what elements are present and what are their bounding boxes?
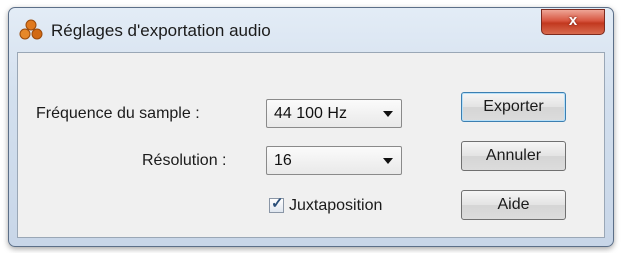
sample-rate-value: 44 100 Hz: [274, 105, 347, 122]
window-title: Réglages d'exportation audio: [51, 21, 271, 40]
juxtaposition-checkbox[interactable]: ✓: [269, 195, 284, 213]
juxtaposition-label[interactable]: Juxtaposition: [289, 197, 382, 215]
chevron-down-icon: [383, 158, 393, 164]
title-bar[interactable]: Réglages d'exportation audio x: [9, 8, 613, 50]
resolution-label: Résolution :: [142, 152, 227, 169]
help-button[interactable]: Aide: [461, 190, 566, 220]
sample-rate-label: Fréquence du sample :: [36, 105, 200, 122]
chevron-down-icon: [383, 111, 393, 117]
export-button[interactable]: Exporter: [461, 92, 566, 122]
dialog-body: Fréquence du sample : 44 100 Hz Résoluti…: [17, 52, 605, 238]
checkmark-icon: ✓: [271, 195, 284, 212]
cancel-button[interactable]: Annuler: [461, 141, 566, 171]
app-logo-icon: [19, 19, 43, 40]
export-dialog: Réglages d'exportation audio x Fréquence…: [8, 7, 614, 247]
resolution-value: 16: [274, 152, 292, 169]
resolution-select[interactable]: 16: [266, 146, 402, 175]
sample-rate-select[interactable]: 44 100 Hz: [266, 99, 402, 128]
close-button[interactable]: x: [541, 9, 605, 35]
